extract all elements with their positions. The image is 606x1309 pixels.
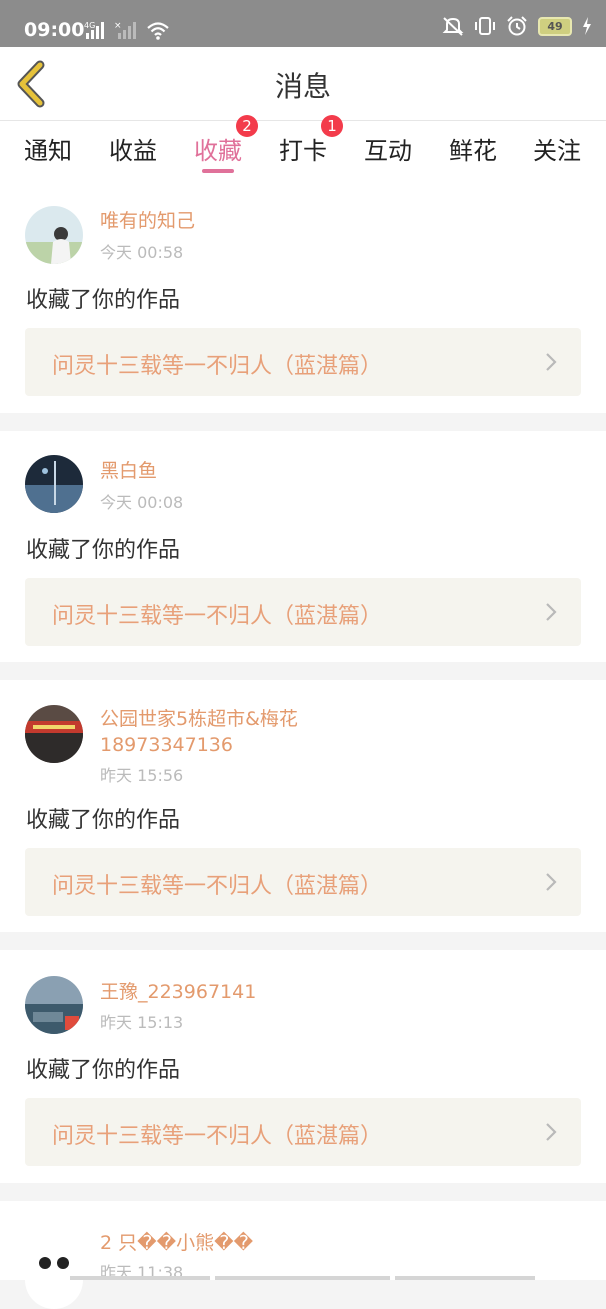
list-item: 公园世家5栋超市&梅花 18973347136 昨天 15:56 收藏了你的作品… — [0, 680, 606, 932]
work-title: 问灵十三载等一不归人（蓝湛篇） — [52, 354, 383, 379]
avatar[interactable] — [25, 705, 83, 763]
username[interactable]: 王豫_223967141 — [100, 979, 256, 1005]
status-time: 09:00 — [24, 19, 85, 41]
work-title: 问灵十三载等一不归人（蓝湛篇） — [52, 874, 383, 899]
system-nav-bar — [395, 1276, 535, 1280]
action-text: 收藏了你的作品 — [26, 288, 181, 313]
list-item: 王豫_223967141 昨天 15:13 收藏了你的作品 问灵十三载等一不归人… — [0, 950, 606, 1183]
favorites-count-badge: 2 — [236, 115, 258, 137]
tab-interaction[interactable]: 互动 — [364, 131, 412, 166]
status-bar: 09:00 4G × 49 — [0, 0, 606, 47]
username[interactable]: 公园世家5栋超市&梅花 — [100, 706, 298, 732]
tab-checkin[interactable]: 打卡 — [279, 131, 327, 166]
username[interactable]: 2 只��小熊�� — [100, 1230, 253, 1256]
active-tab-indicator — [202, 169, 234, 173]
chevron-right-icon — [546, 1123, 557, 1141]
chevron-right-icon — [546, 353, 557, 371]
action-text: 收藏了你的作品 — [26, 538, 181, 563]
page-title: 消息 — [274, 70, 331, 103]
battery-icon: 49 — [538, 16, 572, 36]
work-link[interactable]: 问灵十三载等一不归人（蓝湛篇） — [25, 848, 581, 916]
tab-follow[interactable]: 关注 — [533, 131, 581, 166]
work-title: 问灵十三载等一不归人（蓝湛篇） — [52, 604, 383, 629]
alarm-icon — [507, 16, 527, 36]
checkin-count-badge: 1 — [321, 115, 343, 137]
chevron-right-icon — [546, 873, 557, 891]
avatar[interactable] — [25, 1251, 83, 1309]
list-item: 2 只��小熊�� 昨天 11:38 — [0, 1201, 606, 1309]
message-time: 今天 00:08 — [100, 493, 184, 512]
tab-earnings[interactable]: 收益 — [109, 131, 157, 166]
app-header: 消息 — [0, 47, 606, 121]
avatar[interactable] — [25, 206, 83, 264]
list-item: 唯有的知己 今天 00:58 收藏了你的作品 问灵十三载等一不归人（蓝湛篇） — [0, 180, 606, 413]
svg-text:4G: 4G — [84, 21, 95, 30]
tab-favorites[interactable]: 收藏 — [194, 131, 242, 166]
vibrate-icon — [475, 17, 495, 35]
signal-4g-icon: 4G — [84, 21, 104, 39]
mute-icon — [442, 17, 464, 36]
list-item: 黑白鱼 今天 00:08 收藏了你的作品 问灵十三载等一不归人（蓝湛篇） — [0, 431, 606, 662]
work-link[interactable]: 问灵十三载等一不归人（蓝湛篇） — [25, 1098, 581, 1166]
message-time: 昨天 15:13 — [100, 1013, 184, 1032]
message-time: 昨天 15:56 — [100, 766, 184, 785]
svg-text:×: × — [114, 21, 122, 31]
tab-notice[interactable]: 通知 — [24, 131, 72, 166]
username[interactable]: 黑白鱼 — [100, 458, 157, 484]
action-text: 收藏了你的作品 — [26, 808, 181, 833]
action-text: 收藏了你的作品 — [26, 1058, 181, 1083]
work-title: 问灵十三载等一不归人（蓝湛篇） — [52, 1124, 383, 1149]
system-nav-bar — [70, 1276, 210, 1280]
work-link[interactable]: 问灵十三载等一不归人（蓝湛篇） — [25, 328, 581, 396]
username-phone[interactable]: 18973347136 — [100, 732, 233, 758]
avatar[interactable] — [25, 455, 83, 513]
message-tabs: 通知 收益 收藏 2 打卡 1 互动 鲜花 关注 — [0, 115, 606, 180]
work-link[interactable]: 问灵十三载等一不归人（蓝湛篇） — [25, 578, 581, 646]
message-time: 今天 00:58 — [100, 243, 184, 262]
avatar[interactable] — [25, 976, 83, 1034]
charging-icon — [583, 17, 591, 35]
wifi-icon — [147, 22, 169, 40]
chevron-right-icon — [546, 603, 557, 621]
system-nav-bar — [215, 1276, 390, 1280]
username[interactable]: 唯有的知己 — [100, 208, 195, 234]
signal-no-service-icon: × — [114, 21, 136, 39]
tab-flowers[interactable]: 鲜花 — [449, 131, 497, 166]
